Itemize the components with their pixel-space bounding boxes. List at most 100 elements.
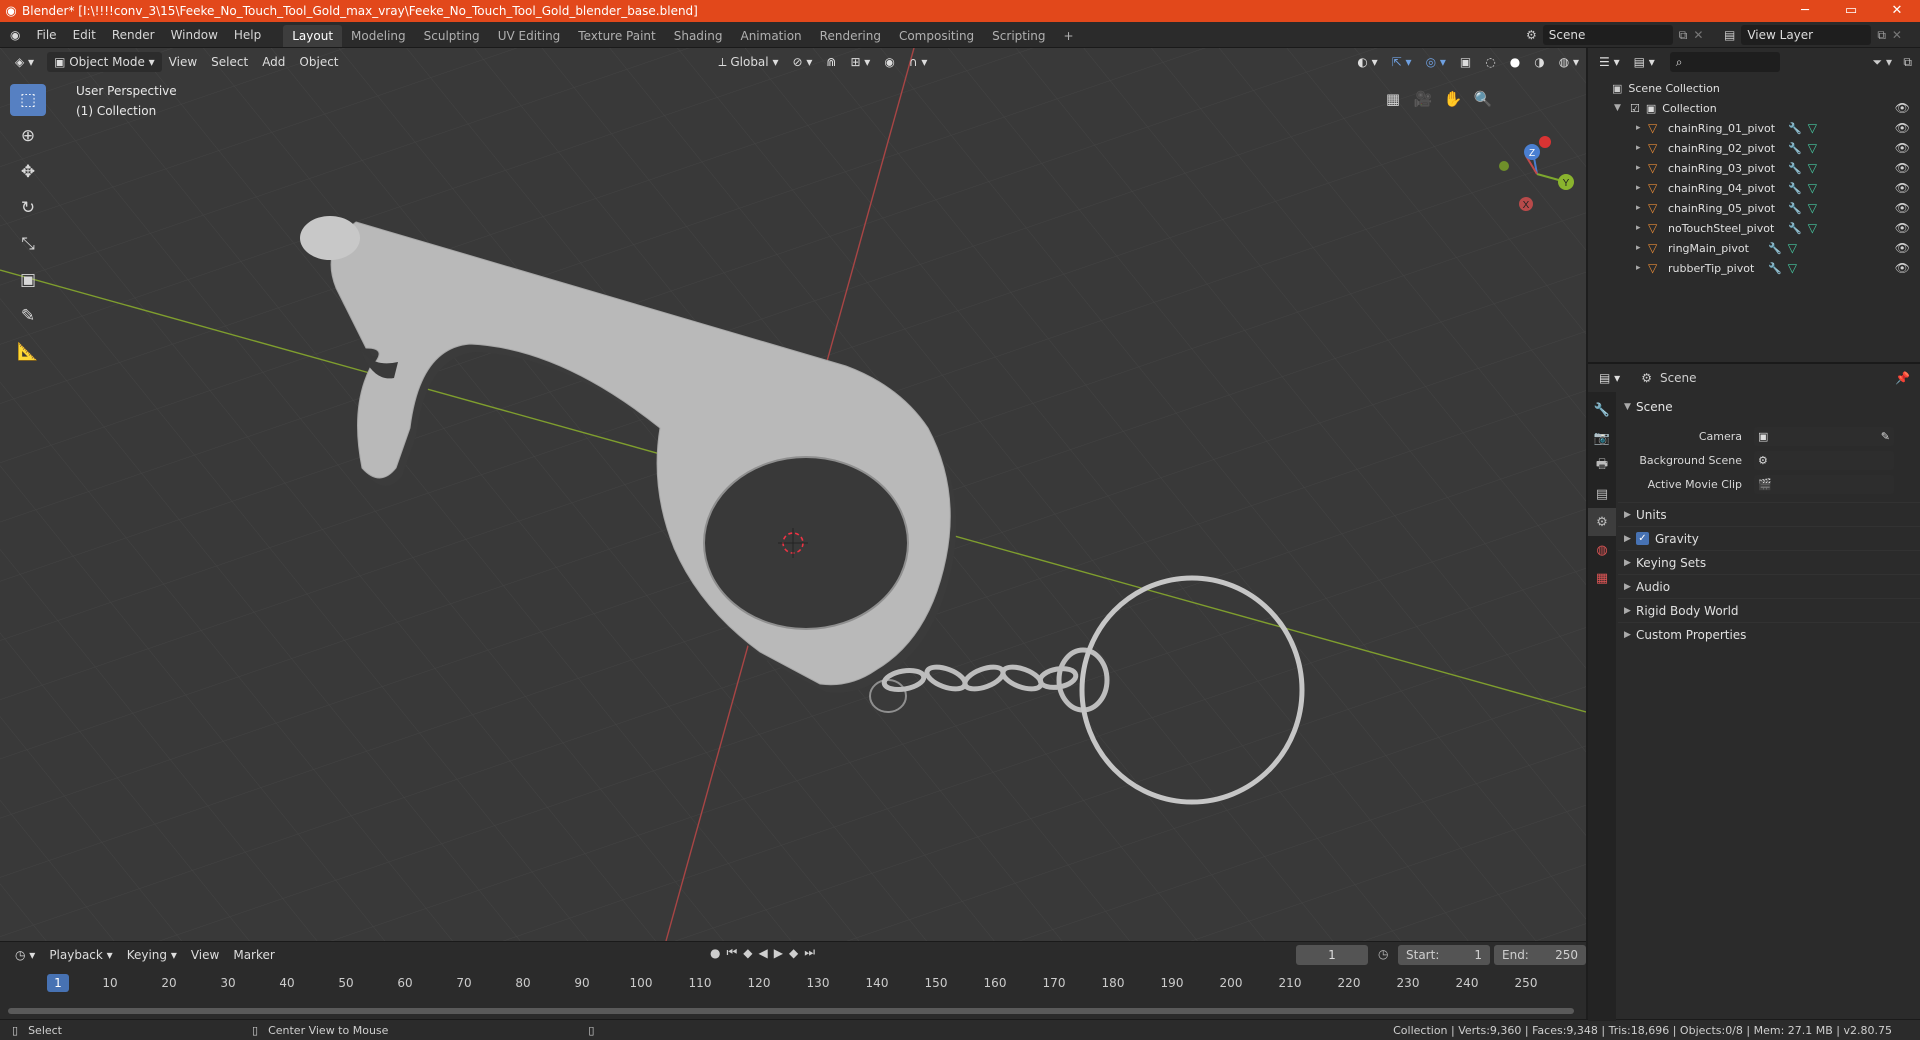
eye-icon[interactable]: 👁 (1895, 101, 1910, 115)
outliner-item[interactable]: ▸ ▽ chainRing_04_pivot 🔧 ▽ 👁 (1588, 178, 1920, 198)
expand-icon[interactable]: ▶ (1624, 534, 1636, 544)
menu-timeline-view[interactable]: View (184, 945, 226, 965)
start-frame-field[interactable]: Start: 1 (1398, 945, 1490, 965)
keying-sets-panel[interactable]: ▶ Keying Sets (1618, 550, 1920, 574)
texture-tab-icon[interactable]: ▦ (1588, 564, 1616, 592)
current-frame-marker[interactable]: 1 (47, 974, 69, 992)
expand-icon[interactable]: ▶ (1624, 510, 1636, 520)
outliner-scene-collection[interactable]: ▣ Scene Collection (1588, 78, 1920, 98)
expand-icon[interactable]: ▸ (1636, 203, 1648, 213)
tab-compositing[interactable]: Compositing (890, 25, 983, 47)
current-frame-field[interactable]: 1 (1296, 945, 1368, 965)
scale-tool-icon[interactable]: ⤡ (10, 228, 46, 260)
eye-icon[interactable]: 👁 (1895, 201, 1910, 215)
tab-uv-editing[interactable]: UV Editing (489, 25, 570, 47)
snap-icon[interactable]: ⋒ (819, 52, 843, 72)
modifier-icon[interactable]: 🔧 (1788, 222, 1802, 235)
editor-type-icon[interactable]: ◈ ▾ (8, 52, 41, 72)
tab-layout[interactable]: Layout (283, 24, 343, 47)
outliner-item[interactable]: ▸ ▽ ringMain_pivot 🔧 ▽ 👁 (1588, 238, 1920, 258)
modifier-icon[interactable]: 🔧 (1788, 162, 1802, 175)
maximize-button[interactable]: ▭ (1828, 0, 1874, 22)
expand-icon[interactable]: ▶ (1624, 558, 1636, 568)
close-button[interactable]: ✕ (1874, 0, 1920, 22)
prev-keyframe-icon[interactable]: ◆ (743, 946, 752, 960)
expand-icon[interactable]: ▸ (1636, 243, 1648, 253)
panel-collapse-icon[interactable]: ▼ (1624, 402, 1636, 412)
wireframe-shading-icon[interactable]: ◌ (1478, 52, 1502, 72)
expand-icon[interactable]: ▶ (1624, 582, 1636, 592)
mesh-icon[interactable]: ▽ (1808, 121, 1817, 135)
menu-edit[interactable]: Edit (65, 22, 104, 48)
play-reverse-icon[interactable]: ◀ (759, 946, 768, 960)
timeline-ruler[interactable]: 1 10 20 30 40 50 60 70 80 90 100 110 120… (8, 972, 1578, 996)
expand-icon[interactable]: ▸ (1636, 143, 1648, 153)
zoom-icon[interactable]: 🔍 (1470, 86, 1496, 112)
mesh-icon[interactable]: ▽ (1788, 261, 1797, 275)
outliner-editor-type-icon[interactable]: ☰ ▾ (1592, 52, 1627, 72)
properties-editor-type-icon[interactable]: ▤ ▾ (1592, 368, 1627, 388)
menu-render[interactable]: Render (104, 22, 163, 48)
gravity-panel[interactable]: ▶ ✓ Gravity (1618, 526, 1920, 550)
menu-marker[interactable]: Marker (226, 945, 281, 965)
delete-view-layer-icon[interactable]: ✕ (1892, 28, 1902, 42)
scene-icon[interactable]: ⚙ (1526, 28, 1537, 42)
outliner-search-input[interactable]: ⌕ (1669, 52, 1780, 72)
record-icon[interactable]: ● (710, 946, 720, 960)
mesh-icon[interactable]: ▽ (1808, 221, 1817, 235)
eye-icon[interactable]: 👁 (1895, 221, 1910, 235)
visibility-icon[interactable]: ◐ ▾ (1350, 52, 1384, 72)
collapse-icon[interactable]: ▼ (1614, 103, 1626, 113)
play-icon[interactable]: ▶ (774, 946, 783, 960)
outliner-collection[interactable]: ▼ ☑ ▣ Collection 👁 (1588, 98, 1920, 118)
expand-icon[interactable]: ▶ (1624, 606, 1636, 616)
tab-animation[interactable]: Animation (731, 25, 810, 47)
eye-icon[interactable]: 👁 (1895, 161, 1910, 175)
menu-playback[interactable]: Playback ▾ (42, 945, 119, 965)
view-layer-selector[interactable]: View Layer (1741, 25, 1872, 45)
eyedropper-icon[interactable]: ✎ (1881, 430, 1890, 443)
rotate-tool-icon[interactable]: ↻ (10, 192, 46, 224)
expand-icon[interactable]: ▸ (1636, 163, 1648, 173)
mode-selector[interactable]: ▣ Object Mode ▾ (47, 52, 162, 72)
mesh-icon[interactable]: ▽ (1808, 201, 1817, 215)
solid-shading-icon[interactable]: ● (1503, 52, 1527, 72)
expand-icon[interactable]: ▸ (1636, 263, 1648, 273)
modifier-icon[interactable]: 🔧 (1768, 262, 1782, 275)
menu-object[interactable]: Object (292, 52, 345, 72)
outliner-item[interactable]: ▸ ▽ chainRing_05_pivot 🔧 ▽ 👁 (1588, 198, 1920, 218)
background-scene-field[interactable]: ⚙ (1754, 450, 1894, 470)
pivot-icon[interactable]: ⊘ ▾ (785, 52, 819, 72)
menu-add[interactable]: Add (255, 52, 292, 72)
eye-icon[interactable]: 👁 (1895, 261, 1910, 275)
modifier-icon[interactable]: 🔧 (1788, 122, 1802, 135)
camera-field[interactable]: ▣ ✎ (1754, 426, 1894, 446)
select-box-tool-icon[interactable]: ⬚ (10, 84, 46, 116)
preview-range-icon[interactable]: ◷ (1378, 947, 1388, 961)
transform-orientation[interactable]: ⟂ Global ▾ (712, 52, 786, 72)
tab-texture-paint[interactable]: Texture Paint (569, 25, 664, 47)
eye-icon[interactable]: 👁 (1895, 121, 1910, 135)
camera-view-icon[interactable]: 🎥 (1410, 86, 1436, 112)
menu-help[interactable]: Help (226, 22, 269, 48)
blender-menu-icon[interactable]: ◉ (0, 22, 28, 48)
mesh-icon[interactable]: ▽ (1788, 241, 1797, 255)
mesh-icon[interactable]: ▽ (1808, 181, 1817, 195)
add-workspace-button[interactable]: + (1055, 25, 1083, 47)
modifier-icon[interactable]: 🔧 (1788, 182, 1802, 195)
mesh-icon[interactable]: ▽ (1808, 161, 1817, 175)
output-tab-icon[interactable]: 🖶 (1588, 452, 1616, 480)
display-mode-icon[interactable]: ▤ ▾ (1627, 52, 1662, 72)
view-layer-tab-icon[interactable]: ▤ (1588, 480, 1616, 508)
eye-icon[interactable]: 👁 (1895, 141, 1910, 155)
end-frame-field[interactable]: End: 250 (1494, 945, 1586, 965)
tab-rendering[interactable]: Rendering (811, 25, 890, 47)
movie-clip-field[interactable]: 🎬 (1754, 474, 1894, 494)
world-tab-icon[interactable]: ◍ (1588, 536, 1616, 564)
outliner-item[interactable]: ▸ ▽ chainRing_01_pivot 🔧 ▽ 👁 (1588, 118, 1920, 138)
expand-icon[interactable]: ▸ (1636, 223, 1648, 233)
measure-tool-icon[interactable]: 📐 (10, 336, 46, 368)
filter-icon[interactable]: ⏷ ▾ (1873, 55, 1892, 70)
timeline-scrollbar[interactable] (8, 1008, 1574, 1014)
gizmo-toggle-icon[interactable]: ⇱ ▾ (1385, 52, 1419, 72)
